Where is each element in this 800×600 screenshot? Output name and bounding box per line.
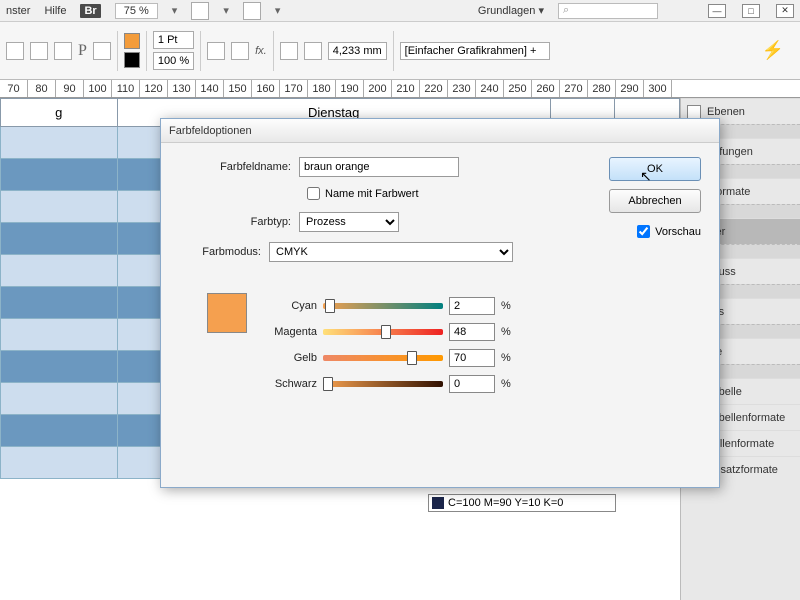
menu-bar: nster Hilfe Br 75 % ▾ ▾ ▾ Grundlagen ▾ ⌕… [0, 0, 800, 22]
fit-icon[interactable] [304, 42, 322, 60]
ok-button[interactable]: OK [609, 157, 701, 181]
object-style-field[interactable]: [Einfacher Grafikrahmen] + [400, 42, 550, 60]
name-with-value-checkbox[interactable] [307, 187, 320, 200]
stroke-weight-field[interactable]: 1 Pt [153, 31, 194, 49]
zoom-level[interactable]: 75 % [115, 3, 158, 19]
screen-mode-icon[interactable] [191, 2, 209, 20]
horizontal-ruler: 7080901001101201301401501601701801902002… [0, 80, 800, 98]
paragraph-style-icon[interactable]: P [78, 42, 87, 60]
field-label: Farbfeldname: [179, 161, 299, 173]
close-button[interactable]: ✕ [776, 4, 794, 18]
cyan-slider[interactable] [323, 303, 443, 309]
black-value-input[interactable] [449, 375, 495, 393]
arrange-icon[interactable] [243, 2, 261, 20]
maximize-button[interactable]: □ [742, 4, 760, 18]
swatch-list-item[interactable]: C=100 M=90 Y=10 K=0 [428, 494, 616, 512]
color-mode-select[interactable]: CMYK [269, 242, 513, 262]
effects-icon[interactable] [207, 42, 225, 60]
magenta-slider[interactable] [323, 329, 443, 335]
workspace-selector[interactable]: Grundlagen ▾ [478, 4, 544, 17]
swatch-name-input[interactable] [299, 157, 459, 177]
black-slider[interactable] [323, 381, 443, 387]
control-toolbar: P 1 Pt 100 % fx. 4,233 mm [Einfacher Gra… [0, 22, 800, 80]
corner-icon[interactable] [280, 42, 298, 60]
color-type-select[interactable]: Prozess [299, 212, 399, 232]
menu-item-help[interactable]: Hilfe [44, 5, 66, 17]
search-input[interactable]: ⌕ [558, 3, 658, 19]
dialog-title: Farbfeldoptionen [161, 119, 719, 143]
search-icon: ⌕ [563, 4, 569, 17]
wrap-icon[interactable] [231, 42, 249, 60]
measure-field[interactable]: 4,233 mm [328, 42, 387, 60]
stroke-color-chip[interactable] [124, 52, 140, 68]
cancel-button[interactable]: Abbrechen [609, 189, 701, 213]
yellow-value-input[interactable] [449, 349, 495, 367]
poly-tool-icon[interactable] [54, 42, 72, 60]
fill-color-chip[interactable] [124, 33, 140, 49]
checkbox-label: Name mit Farbwert [325, 188, 419, 200]
swatch-options-dialog: Farbfeldoptionen Farbfeldname: Name mit … [160, 118, 720, 488]
table-header: g [1, 99, 118, 127]
bridge-badge[interactable]: Br [80, 4, 100, 18]
cyan-value-input[interactable] [449, 297, 495, 315]
magenta-value-input[interactable] [449, 323, 495, 341]
flash-icon: ⚡ [762, 40, 784, 61]
ellipse-tool-icon[interactable] [30, 42, 48, 60]
cmyk-sliders: Cyan % Magenta % Gelb % Schwarz [261, 293, 511, 397]
color-preview-swatch [207, 293, 247, 333]
field-label: Farbmodus: [179, 246, 269, 258]
fx-icon[interactable]: fx. [255, 45, 267, 57]
checkbox-label: Vorschau [655, 226, 701, 238]
menu-item-window[interactable]: nster [6, 5, 30, 17]
swatch-chip [432, 497, 444, 509]
minimize-button[interactable]: — [708, 4, 726, 18]
rect-tool-icon[interactable] [6, 42, 24, 60]
scale-field[interactable]: 100 % [153, 52, 194, 70]
panel-icon [687, 105, 701, 119]
align-icon[interactable] [93, 42, 111, 60]
field-label: Farbtyp: [179, 216, 299, 228]
yellow-slider[interactable] [323, 355, 443, 361]
preview-checkbox[interactable] [637, 225, 650, 238]
